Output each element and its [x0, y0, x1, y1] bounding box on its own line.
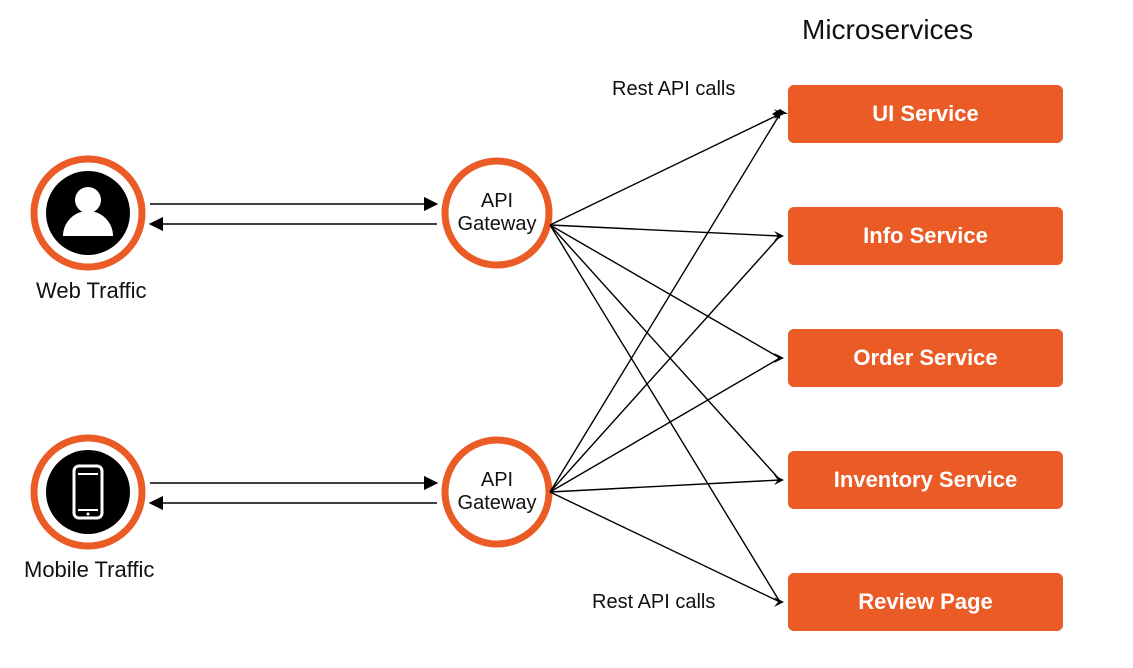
- gw1-svc1: [550, 114, 780, 225]
- service-ui: UI Service: [788, 85, 1063, 143]
- gw1-svc3: [550, 225, 780, 358]
- gw2-svc4: [550, 480, 780, 492]
- diagram-title: Microservices: [802, 14, 973, 46]
- gw1-svc5: [550, 225, 780, 602]
- service-info: Info Service: [788, 207, 1063, 265]
- web-traffic-node: [34, 159, 142, 267]
- service-label: UI Service: [872, 101, 978, 127]
- gw2-svc2: [550, 236, 780, 492]
- service-label: Review Page: [858, 589, 993, 615]
- user-icon: [63, 187, 113, 236]
- api-gateway-top-label: API Gateway: [447, 190, 547, 236]
- diagram-stage: Microservices: [0, 0, 1133, 668]
- gateway-bottom-line1: API: [481, 469, 513, 491]
- gw1-svc2: [550, 225, 780, 236]
- service-label: Info Service: [863, 223, 988, 249]
- web-traffic-label: Web Traffic: [36, 278, 146, 304]
- gw1-svc4: [550, 225, 780, 480]
- gw2-svc3: [550, 358, 780, 492]
- api-gateway-bottom-label: API Gateway: [447, 469, 547, 515]
- gateway-bottom-line2: Gateway: [458, 492, 537, 514]
- diamond-heads: [772, 109, 788, 119]
- gateway-top-line1: API: [481, 190, 513, 212]
- gateway-top-line2: Gateway: [458, 213, 537, 235]
- arrowheads-layer: [774, 109, 784, 607]
- service-label: Inventory Service: [834, 467, 1017, 493]
- rest-api-label-top: Rest API calls: [612, 78, 735, 101]
- mobile-traffic-label: Mobile Traffic: [24, 557, 154, 583]
- gw2-svc1: [550, 114, 780, 492]
- rest-api-label-bottom: Rest API calls: [592, 591, 715, 614]
- gw2-svc5: [550, 492, 780, 602]
- service-label: Order Service: [853, 345, 997, 371]
- service-inventory: Inventory Service: [788, 451, 1063, 509]
- mobile-traffic-node: [34, 438, 142, 546]
- service-order: Order Service: [788, 329, 1063, 387]
- phone-icon: [74, 466, 102, 518]
- service-review: Review Page: [788, 573, 1063, 631]
